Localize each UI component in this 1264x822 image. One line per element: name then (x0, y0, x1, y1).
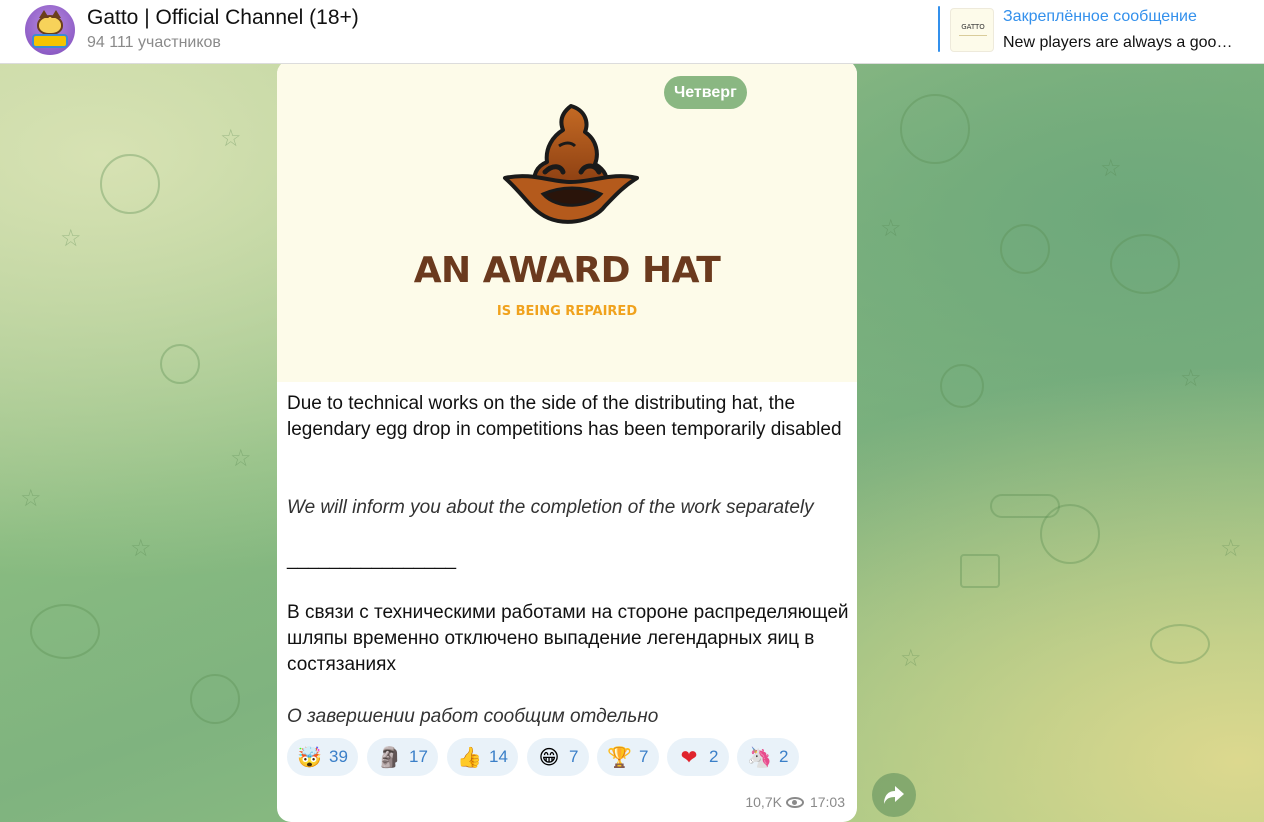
eye-icon (785, 797, 804, 808)
post-text-russian: В связи с техническими работами на сторо… (287, 602, 849, 675)
cat-doodle (1110, 234, 1180, 294)
planet-doodle (1000, 224, 1050, 274)
ufo-doodle (1150, 624, 1210, 664)
observatory-doodle (960, 554, 1000, 588)
reaction-count: 2 (709, 747, 719, 766)
moai-icon: 🗿 (377, 745, 402, 769)
sorting-hat-icon (503, 104, 639, 224)
planet-doodle (100, 154, 160, 214)
share-arrow-icon (884, 786, 904, 804)
post-image[interactable]: Четверг AN AWARD HAT IS BEING REPAIRED (277, 60, 857, 382)
reaction-exploding-head[interactable]: 🤯 39 (287, 738, 358, 776)
reaction-moai[interactable]: 🗿 17 (367, 738, 438, 776)
channel-avatar[interactable] (25, 5, 75, 55)
star-doodle: ☆ (60, 224, 82, 252)
award-subtitle: IS BEING REPAIRED (496, 304, 638, 319)
view-count: 10,7K (745, 794, 782, 810)
thumbs-up-icon: 👍 (457, 745, 482, 769)
unicorn-icon: 🦄 (747, 745, 772, 769)
exploding-head-icon: 🤯 (297, 745, 322, 769)
reaction-count: 7 (569, 747, 579, 766)
trophy-icon: 🏆 (607, 745, 632, 769)
star-doodle: ☆ (1220, 534, 1242, 562)
share-button[interactable] (872, 773, 916, 817)
planet-doodle (160, 344, 200, 384)
post-text-english: Due to technical works on the side of th… (287, 393, 842, 440)
star-doodle: ☆ (130, 534, 152, 562)
reaction-count: 14 (489, 747, 508, 766)
post-note-russian: О завершении работ сообщим отдельно (287, 706, 659, 727)
star-doodle: ☆ (880, 214, 902, 242)
reaction-count: 39 (329, 747, 348, 766)
pinned-thumbnail: GATTO (950, 8, 994, 52)
reaction-trophy[interactable]: 🏆 7 (597, 738, 659, 776)
reaction-count: 2 (779, 747, 789, 766)
star-doodle: ☆ (20, 484, 42, 512)
star-doodle: ☆ (230, 444, 252, 472)
pinned-message[interactable]: GATTO Закреплённое сообщение New players… (938, 6, 1258, 56)
star-doodle: ☆ (220, 124, 242, 152)
reaction-heart[interactable]: ❤ 2 (667, 738, 729, 776)
subscriber-count: 94 111 участников (87, 34, 221, 51)
gatto-cat-logo-icon (37, 10, 63, 35)
post-time: 17:03 (809, 794, 845, 810)
cat-doodle (30, 604, 100, 659)
grinning-face-icon: 😁 (538, 745, 560, 769)
planet-doodle (940, 364, 984, 408)
reaction-grinning-face[interactable]: 😁 7 (527, 738, 589, 776)
star-doodle: ☆ (1180, 364, 1202, 392)
award-title: AN AWARD HAT (413, 250, 721, 291)
reaction-count: 17 (409, 747, 428, 766)
reaction-unicorn[interactable]: 🦄 2 (737, 738, 799, 776)
star-doodle: ☆ (900, 644, 922, 672)
reaction-count: 7 (639, 747, 649, 766)
date-badge: Четверг (664, 76, 747, 109)
pinned-indicator-bar (938, 6, 940, 52)
planet-doodle (190, 674, 240, 724)
post-separator: ________________ (287, 549, 457, 570)
cat-doodle (900, 94, 970, 164)
ufo-doodle (990, 494, 1060, 518)
heart-icon: ❤ (680, 745, 698, 769)
channel-header: Gatto | Official Channel (18+) 94 111 уч… (0, 0, 1264, 64)
pinned-label: Закреплённое сообщение (1003, 8, 1197, 25)
post-meta: 10,7K 17:03 (745, 794, 845, 810)
post-note-english: We will inform you about the completion … (287, 497, 814, 518)
reaction-thumbs-up[interactable]: 👍 14 (447, 738, 518, 776)
channel-title[interactable]: Gatto | Official Channel (18+) (87, 6, 359, 30)
pinned-text: New players are always a goo… (1003, 34, 1233, 51)
channel-post[interactable]: Четверг AN AWARD HAT IS BEING REPAIRED D… (277, 60, 857, 822)
star-doodle: ☆ (1100, 154, 1122, 182)
